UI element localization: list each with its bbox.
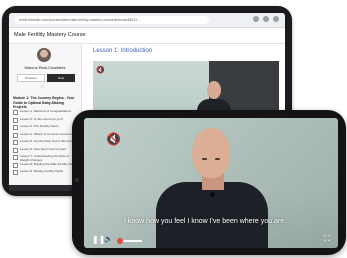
presenter-head — [207, 81, 221, 99]
checkbox[interactable] — [13, 140, 18, 146]
checkbox[interactable] — [13, 125, 18, 131]
presenter-head — [192, 128, 230, 178]
mute-icon[interactable]: 🔇 — [96, 66, 105, 74]
video-controls: ❚❚ 🔊 ⛶ — [90, 234, 334, 246]
checkbox[interactable] — [13, 155, 18, 161]
course-title: Male Fertility Mastery Course — [9, 28, 285, 44]
extension-icon[interactable] — [253, 16, 259, 22]
instructor-name: Marcus Reis-Chadderk — [24, 65, 66, 70]
camera-dot — [75, 178, 79, 182]
checkbox[interactable] — [13, 162, 18, 168]
address-bar[interactable]: fertile.thinkific.com/courses/take/male-… — [15, 16, 209, 24]
heart-icon[interactable]: ♡ — [40, 85, 44, 91]
mute-icon[interactable]: 🔇 — [106, 132, 121, 146]
checkbox[interactable] — [13, 117, 18, 123]
progress-handle[interactable] — [116, 238, 123, 244]
lesson-list: Lesson 1: Welcome & Congratulations Less… — [13, 109, 77, 178]
browser-toolbar: fertile.thinkific.com/courses/take/male-… — [9, 13, 285, 28]
eye — [202, 158, 207, 160]
checkbox[interactable] — [13, 147, 18, 153]
checkbox[interactable] — [13, 170, 18, 176]
lesson-heading: Lesson 1: Introduction — [93, 48, 153, 54]
profile-icon[interactable] — [263, 16, 269, 22]
list-item[interactable]: Lesson 9: Busting Fertility Myths — [13, 169, 77, 178]
progress-bar[interactable] — [116, 238, 142, 244]
lesson-nav-buttons: Previous Next — [17, 74, 75, 82]
phone-device: 🔇 I know how you feel I know I've been w… — [72, 110, 346, 255]
fullscreen-icon[interactable]: ⛶ — [324, 235, 330, 243]
checkbox[interactable] — [13, 110, 18, 116]
volume-icon[interactable]: 🔊 — [104, 236, 113, 244]
checkbox[interactable] — [13, 132, 18, 138]
module-title: Module 1: The Journey Begins - Your Guid… — [13, 96, 75, 109]
avatar — [37, 48, 51, 62]
browser-icons — [253, 16, 279, 22]
video-caption: I know how you feel I know I've been whe… — [124, 218, 285, 225]
next-button[interactable]: Next — [47, 74, 75, 82]
video-player[interactable]: 🔇 I know how you feel I know I've been w… — [84, 118, 338, 248]
previous-button[interactable]: Previous — [17, 74, 45, 82]
eye — [215, 158, 220, 160]
lapel-microphone — [210, 192, 215, 197]
menu-icon[interactable] — [273, 16, 279, 22]
